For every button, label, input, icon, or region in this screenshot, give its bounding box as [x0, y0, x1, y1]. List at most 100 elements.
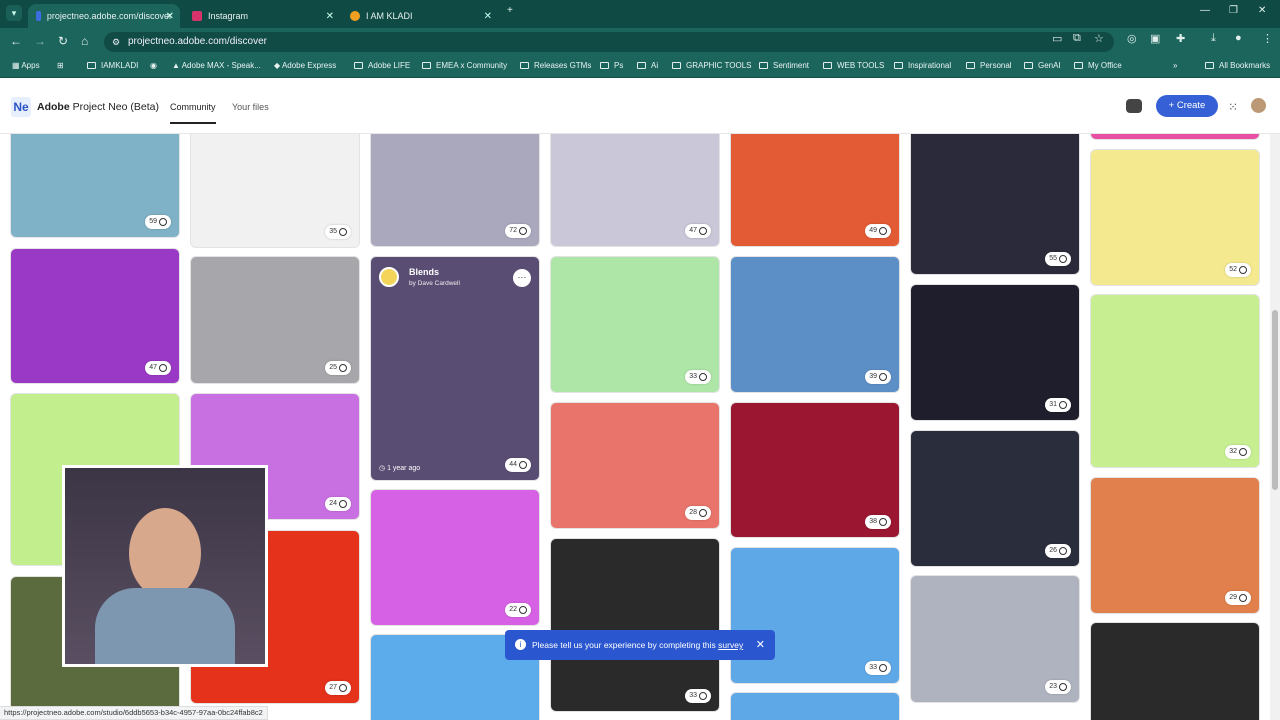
- apps-grid-icon[interactable]: ⊞: [57, 61, 64, 70]
- card-vintage-camera[interactable]: 38: [730, 402, 900, 538]
- remix-icon: [1059, 547, 1067, 555]
- remix-badge: 35: [325, 225, 351, 239]
- close-tab-icon[interactable]: ✕: [326, 11, 334, 22]
- card-robot-helmet[interactable]: 28: [550, 402, 720, 529]
- tab-your-files[interactable]: Your files: [232, 102, 269, 112]
- card-pink-door[interactable]: 33: [550, 538, 720, 712]
- neo-logo-icon[interactable]: Ne: [11, 97, 31, 117]
- download-icon[interactable]: ⤓: [1211, 32, 1216, 45]
- remix-icon: [519, 461, 527, 469]
- avatar[interactable]: [1251, 98, 1266, 113]
- tab-instagram[interactable]: Instagram ✕: [184, 4, 340, 28]
- tab-discover[interactable]: projectneo.adobe.com/discover ✕: [28, 4, 180, 28]
- tab-title: projectneo.adobe.com/discover: [46, 11, 172, 21]
- bookmark-emea[interactable]: EMEA x Community: [422, 61, 507, 70]
- remix-badge: 39: [865, 370, 891, 384]
- bookmark-iamkladi[interactable]: IAMKLADI: [87, 61, 138, 70]
- bookmark-inspirational[interactable]: Inspirational: [894, 61, 951, 70]
- all-bookmarks[interactable]: All Bookmarks: [1205, 61, 1270, 70]
- puzzle-icon[interactable]: ✚: [1176, 32, 1185, 45]
- close-toast-icon[interactable]: ✕: [756, 630, 765, 660]
- card-help-cake[interactable]: 22: [370, 489, 540, 626]
- page-icon[interactable]: ▭: [1052, 32, 1062, 45]
- card-synthesizer[interactable]: 29: [1090, 477, 1260, 614]
- card-jumping-horse[interactable]: 33: [550, 256, 720, 393]
- card-computer-desk[interactable]: 25: [190, 256, 360, 384]
- close-window-icon[interactable]: ✕: [1258, 5, 1266, 16]
- card-santorini[interactable]: 39: [730, 256, 900, 393]
- card-blonde-character[interactable]: 35: [190, 134, 360, 248]
- remix-badge: 23: [1045, 680, 1071, 694]
- card-blends[interactable]: Blends by Dave Cardwell ··· ◷ 1 year ago…: [370, 256, 540, 481]
- restore-icon[interactable]: ❐: [1229, 5, 1238, 16]
- card-bender-robot[interactable]: 26: [910, 430, 1080, 567]
- discord-icon[interactable]: [1126, 99, 1142, 113]
- bookmark-star-icon[interactable]: ☆: [1094, 32, 1104, 45]
- tab-community[interactable]: Community: [170, 102, 216, 112]
- bookmark-ps[interactable]: Ps: [600, 61, 623, 70]
- bookmark-adobe-express[interactable]: ◆ Adobe Express: [274, 61, 336, 70]
- card-white-car[interactable]: 55: [910, 134, 1080, 275]
- card-basketball-jersey[interactable]: 31: [910, 284, 1080, 421]
- cast-icon[interactable]: ⧉: [1073, 32, 1081, 45]
- bookmark-ai[interactable]: Ai: [637, 61, 658, 70]
- bookmark-instagram-icon[interactable]: ◉: [150, 61, 157, 70]
- bookmark-web-tools[interactable]: WEB TOOLS: [823, 61, 884, 70]
- bookmark-apps[interactable]: ▦ Apps: [12, 61, 40, 70]
- bookmark-personal[interactable]: Personal: [966, 61, 1012, 70]
- card-pink-strip[interactable]: [1090, 134, 1260, 140]
- bookmark-releases[interactable]: Releases GTMs: [520, 61, 591, 70]
- card-leaf-creature[interactable]: 47: [550, 134, 720, 247]
- home-icon[interactable]: ⌂: [81, 34, 88, 48]
- close-tab-icon[interactable]: ✕: [484, 11, 492, 22]
- back-icon[interactable]: ←: [10, 34, 22, 48]
- remix-badge: 31: [1045, 398, 1071, 412]
- card-tamagotchi[interactable]: 33: [730, 547, 900, 684]
- profile-icon[interactable]: ●: [1235, 32, 1242, 44]
- tab-iamkladi[interactable]: I AM KLADI ✕: [342, 4, 498, 28]
- author-avatar[interactable]: [379, 267, 399, 287]
- site-info-icon[interactable]: ⚙: [112, 32, 120, 52]
- create-button[interactable]: + Create: [1156, 95, 1218, 117]
- new-tab-icon[interactable]: +: [507, 5, 513, 16]
- app-title: Adobe Project Neo (Beta): [37, 101, 159, 113]
- card-lyla-lettering[interactable]: 52: [1090, 149, 1260, 286]
- extension-icon[interactable]: ◎: [1127, 32, 1137, 45]
- remix-badge: 28: [685, 506, 711, 520]
- forward-icon[interactable]: →: [34, 34, 46, 48]
- presenter-face: [129, 508, 201, 598]
- scrollbar-thumb[interactable]: [1272, 310, 1278, 490]
- close-tab-icon[interactable]: ✕: [166, 11, 174, 22]
- minimize-icon[interactable]: —: [1200, 5, 1210, 16]
- page-scrollbar[interactable]: [1270, 134, 1280, 720]
- bookmark-genai[interactable]: GenAI: [1024, 61, 1061, 70]
- bookmark-adobe-max[interactable]: ▲ Adobe MAX - Speak...: [172, 61, 261, 70]
- remix-icon: [879, 664, 887, 672]
- translate-icon[interactable]: ▣: [1150, 32, 1160, 45]
- card-mushroom-frog[interactable]: [1090, 622, 1260, 720]
- remix-badge: 47: [145, 361, 171, 375]
- address-bar[interactable]: ⚙ projectneo.adobe.com/discover: [104, 32, 1114, 52]
- card-girl-glasses[interactable]: 49: [730, 134, 900, 247]
- bookmark-adobe-life[interactable]: Adobe LIFE: [354, 61, 410, 70]
- card-brick-building[interactable]: 72: [370, 134, 540, 247]
- bookmark-sentiment[interactable]: Sentiment: [759, 61, 809, 70]
- remix-icon: [339, 228, 347, 236]
- card-f1-car[interactable]: 47: [10, 248, 180, 384]
- more-options-icon[interactable]: ···: [513, 269, 531, 287]
- tab-search-icon[interactable]: ▾: [6, 5, 22, 21]
- reload-icon[interactable]: ↻: [58, 34, 68, 48]
- card-macintosh[interactable]: 23: [910, 575, 1080, 703]
- card-yellow-coral[interactable]: [730, 692, 900, 720]
- apps-grid-icon[interactable]: ⁙: [1228, 100, 1238, 114]
- remix-badge: 59: [145, 215, 171, 229]
- bookmark-graphic-tools[interactable]: GRAPHIC TOOLS: [672, 61, 752, 70]
- menu-icon[interactable]: ⋮: [1262, 32, 1273, 45]
- card-white-cat[interactable]: 32: [1090, 294, 1260, 468]
- more-bookmarks-icon[interactable]: »: [1173, 61, 1177, 70]
- survey-toast: i Please tell us your experience by comp…: [505, 630, 775, 660]
- survey-link[interactable]: survey: [718, 640, 743, 650]
- card-guitar-character[interactable]: 59: [10, 134, 180, 238]
- bookmark-my-office[interactable]: My Office: [1074, 61, 1122, 70]
- remix-badge: 38: [865, 515, 891, 529]
